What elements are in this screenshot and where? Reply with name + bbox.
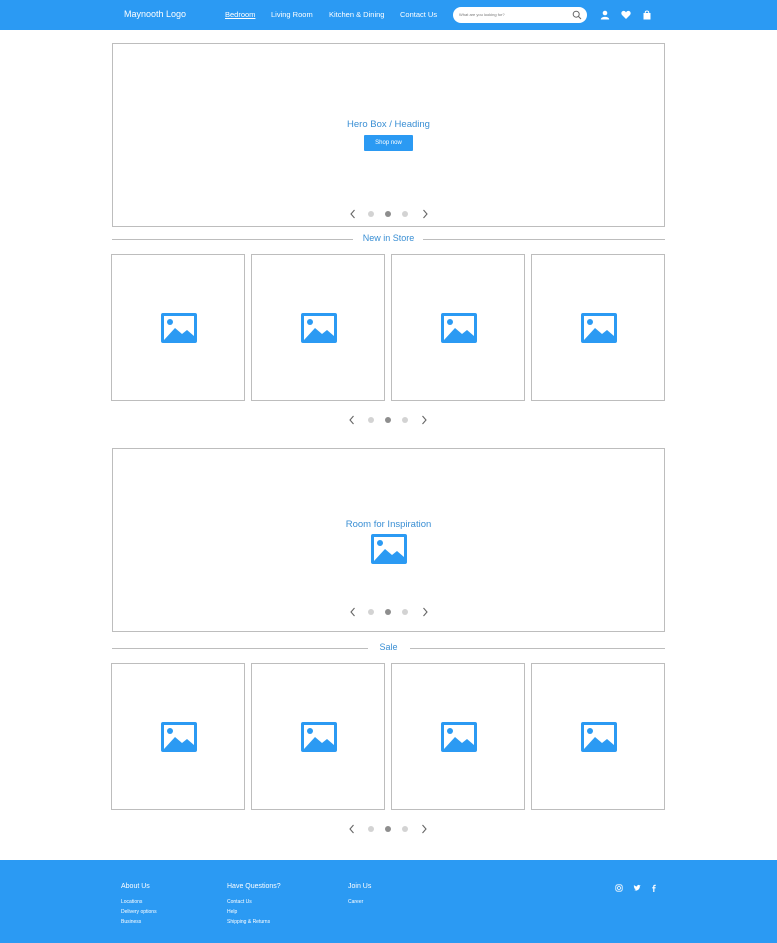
image-placeholder-icon xyxy=(581,313,617,343)
sale-product-card[interactable] xyxy=(391,663,525,810)
nav-contact-us[interactable]: Contact Us xyxy=(400,10,437,19)
footer-link-delivery-options[interactable]: Delivery options xyxy=(121,909,157,915)
sale-product-card[interactable] xyxy=(251,663,385,810)
footer-column-about: About Us Locations Delivery options Busi… xyxy=(121,883,157,929)
chevron-left-icon[interactable] xyxy=(347,824,357,834)
image-placeholder-icon xyxy=(441,313,477,343)
footer-column-join: Join Us Career xyxy=(348,883,371,909)
image-placeholder-icon xyxy=(161,722,197,752)
instagram-icon[interactable] xyxy=(615,884,623,892)
product-card[interactable] xyxy=(531,254,665,401)
inspiration-box: Room for Inspiration xyxy=(112,448,665,632)
image-placeholder-icon xyxy=(161,313,197,343)
search-icon[interactable] xyxy=(572,10,582,20)
heart-icon[interactable] xyxy=(621,10,631,20)
pagination-dot-active[interactable] xyxy=(385,211,391,217)
pagination-dot-active[interactable] xyxy=(385,417,391,423)
image-placeholder-icon xyxy=(581,722,617,752)
nav-kitchen-dining[interactable]: Kitchen & Dining xyxy=(329,10,384,19)
twitter-icon[interactable] xyxy=(633,884,641,892)
site-logo[interactable]: Maynooth Logo xyxy=(124,9,186,19)
footer-link-career[interactable]: Career xyxy=(348,899,371,905)
nav-bedroom[interactable]: Bedroom xyxy=(225,10,255,19)
pagination-dot-active[interactable] xyxy=(385,609,391,615)
hero-box: Hero Box / Heading Shop now xyxy=(112,43,665,227)
divider xyxy=(410,648,665,649)
search-input[interactable] xyxy=(459,10,569,19)
pagination-dot[interactable] xyxy=(402,211,408,217)
footer-heading: Join Us xyxy=(348,883,372,890)
footer-heading: About Us xyxy=(121,883,150,890)
new-in-store-pagination xyxy=(345,413,445,427)
footer-link-business[interactable]: Business xyxy=(121,919,157,925)
pagination-dot[interactable] xyxy=(402,826,408,832)
new-in-store-heading: New in Store xyxy=(112,232,665,246)
site-footer: About Us Locations Delivery options Busi… xyxy=(0,860,777,943)
footer-column-questions: Have Questions? Contact Us Help Shipping… xyxy=(227,883,281,929)
sale-product-card[interactable] xyxy=(111,663,245,810)
site-header: Maynooth Logo Bedroom Living Room Kitche… xyxy=(0,0,777,30)
chevron-right-icon[interactable] xyxy=(419,824,429,834)
inspiration-pagination xyxy=(346,605,446,619)
hero-pagination xyxy=(346,207,446,221)
chevron-right-icon[interactable] xyxy=(420,209,430,219)
footer-link-locations[interactable]: Locations xyxy=(121,899,157,905)
footer-link-shipping-returns[interactable]: Shipping & Returns xyxy=(227,919,281,925)
chevron-left-icon[interactable] xyxy=(347,415,357,425)
product-card[interactable] xyxy=(391,254,525,401)
sale-heading: Sale xyxy=(112,641,665,655)
shop-now-button[interactable]: Shop now xyxy=(364,135,413,151)
section-label: Sale xyxy=(379,642,398,652)
pagination-dot-active[interactable] xyxy=(385,826,391,832)
shopping-bag-icon[interactable] xyxy=(642,10,652,20)
pagination-dot[interactable] xyxy=(368,417,374,423)
footer-link-contact-us[interactable]: Contact Us xyxy=(227,899,281,905)
inspiration-heading: Room for Inspiration xyxy=(345,519,432,530)
hero-heading: Hero Box / Heading xyxy=(347,119,430,130)
footer-heading: Have Questions? xyxy=(227,883,281,890)
chevron-right-icon[interactable] xyxy=(420,607,430,617)
footer-link-help[interactable]: Help xyxy=(227,909,281,915)
chevron-left-icon[interactable] xyxy=(348,209,358,219)
pagination-dot[interactable] xyxy=(368,826,374,832)
image-placeholder-icon xyxy=(441,722,477,752)
pagination-dot[interactable] xyxy=(368,609,374,615)
divider xyxy=(423,239,665,240)
search-bar xyxy=(453,7,587,23)
pagination-dot[interactable] xyxy=(402,417,408,423)
sale-pagination xyxy=(345,822,445,836)
product-card[interactable] xyxy=(251,254,385,401)
sale-product-card[interactable] xyxy=(531,663,665,810)
nav-living-room[interactable]: Living Room xyxy=(271,10,313,19)
chevron-right-icon[interactable] xyxy=(419,415,429,425)
product-card[interactable] xyxy=(111,254,245,401)
image-placeholder-icon xyxy=(301,722,337,752)
facebook-icon[interactable] xyxy=(650,884,658,892)
section-label: New in Store xyxy=(362,233,415,243)
pagination-dot[interactable] xyxy=(368,211,374,217)
image-placeholder-icon xyxy=(301,313,337,343)
image-placeholder-icon xyxy=(371,534,407,564)
chevron-left-icon[interactable] xyxy=(348,607,358,617)
pagination-dot[interactable] xyxy=(402,609,408,615)
user-icon[interactable] xyxy=(600,10,610,20)
